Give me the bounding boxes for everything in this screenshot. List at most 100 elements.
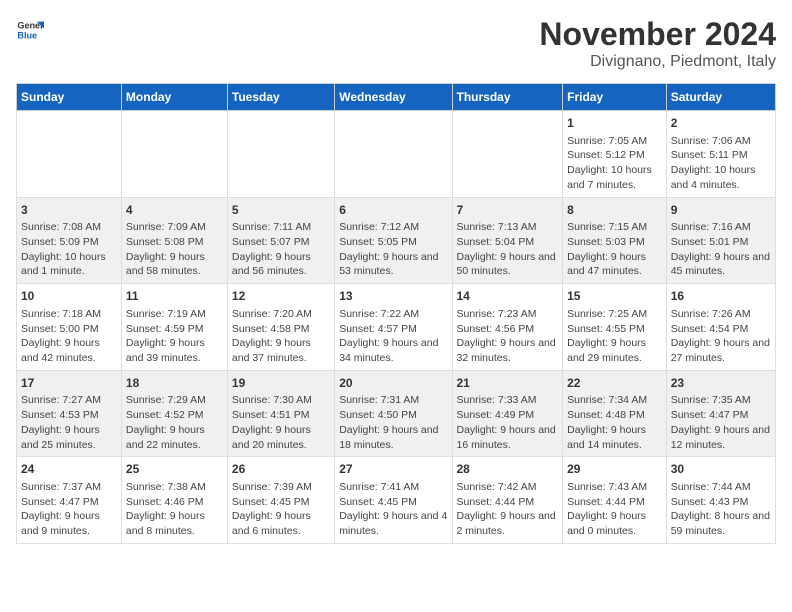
calendar-day-cell: 9Sunrise: 7:16 AM Sunset: 5:01 PM Daylig… xyxy=(666,197,775,284)
calendar-day-cell: 13Sunrise: 7:22 AM Sunset: 4:57 PM Dayli… xyxy=(335,284,452,371)
header-day-friday: Friday xyxy=(563,84,667,111)
day-info: Sunrise: 7:34 AM Sunset: 4:48 PM Dayligh… xyxy=(567,393,662,452)
day-info: Sunrise: 7:18 AM Sunset: 5:00 PM Dayligh… xyxy=(21,307,117,366)
title-area: November 2024 Divignano, Piedmont, Italy xyxy=(539,16,776,71)
svg-text:Blue: Blue xyxy=(17,30,37,40)
calendar-header-row: SundayMondayTuesdayWednesdayThursdayFrid… xyxy=(17,84,776,111)
day-number: 28 xyxy=(457,461,559,478)
day-info: Sunrise: 7:33 AM Sunset: 4:49 PM Dayligh… xyxy=(457,393,559,452)
calendar-day-cell: 19Sunrise: 7:30 AM Sunset: 4:51 PM Dayli… xyxy=(227,370,334,457)
calendar-day-cell: 21Sunrise: 7:33 AM Sunset: 4:49 PM Dayli… xyxy=(452,370,563,457)
day-info: Sunrise: 7:08 AM Sunset: 5:09 PM Dayligh… xyxy=(21,220,117,279)
day-number: 24 xyxy=(21,461,117,478)
day-info: Sunrise: 7:39 AM Sunset: 4:45 PM Dayligh… xyxy=(232,480,330,539)
day-number: 27 xyxy=(339,461,447,478)
day-number: 29 xyxy=(567,461,662,478)
calendar-day-cell: 6Sunrise: 7:12 AM Sunset: 5:05 PM Daylig… xyxy=(335,197,452,284)
calendar-week-row: 1 Sunrise: 7:05 AM Sunset: 5:12 PM Daylig… xyxy=(17,111,776,198)
day-number: 7 xyxy=(457,202,559,219)
header: General Blue November 2024 Divignano, Pi… xyxy=(16,16,776,71)
calendar-day-cell: 23Sunrise: 7:35 AM Sunset: 4:47 PM Dayli… xyxy=(666,370,775,457)
day-number: 22 xyxy=(567,375,662,392)
calendar-day-cell xyxy=(227,111,334,198)
calendar-day-cell: 5Sunrise: 7:11 AM Sunset: 5:07 PM Daylig… xyxy=(227,197,334,284)
day-info: Sunrise: 7:11 AM Sunset: 5:07 PM Dayligh… xyxy=(232,220,330,279)
day-info: Sunrise: 7:12 AM Sunset: 5:05 PM Dayligh… xyxy=(339,220,447,279)
calendar-day-cell: 20Sunrise: 7:31 AM Sunset: 4:50 PM Dayli… xyxy=(335,370,452,457)
day-number: 20 xyxy=(339,375,447,392)
day-info: Sunrise: 7:38 AM Sunset: 4:46 PM Dayligh… xyxy=(126,480,223,539)
day-info: Sunrise: 7:29 AM Sunset: 4:52 PM Dayligh… xyxy=(126,393,223,452)
calendar-week-row: 3Sunrise: 7:08 AM Sunset: 5:09 PM Daylig… xyxy=(17,197,776,284)
day-number: 3 xyxy=(21,202,117,219)
calendar-day-cell: 3Sunrise: 7:08 AM Sunset: 5:09 PM Daylig… xyxy=(17,197,122,284)
day-number: 19 xyxy=(232,375,330,392)
day-info: Sunrise: 7:09 AM Sunset: 5:08 PM Dayligh… xyxy=(126,220,223,279)
calendar-day-cell: 16 Sunrise: 7:26 AM Sunset: 4:54 PM Dayli… xyxy=(666,284,775,371)
day-info: Sunrise: 7:35 AM Sunset: 4:47 PM Dayligh… xyxy=(671,393,771,452)
logo: General Blue xyxy=(16,16,44,44)
calendar-day-cell: 7Sunrise: 7:13 AM Sunset: 5:04 PM Daylig… xyxy=(452,197,563,284)
day-info: Sunrise: 7:44 AM Sunset: 4:43 PM Dayligh… xyxy=(671,480,771,539)
calendar-day-cell: 2 Sunrise: 7:06 AM Sunset: 5:11 PM Daylig… xyxy=(666,111,775,198)
day-info: Sunrise: 7:19 AM Sunset: 4:59 PM Dayligh… xyxy=(126,307,223,366)
calendar-week-row: 10 Sunrise: 7:18 AM Sunset: 5:00 PM Dayli… xyxy=(17,284,776,371)
calendar-day-cell: 30 Sunrise: 7:44 AM Sunset: 4:43 PM Dayli… xyxy=(666,457,775,544)
day-number: 17 xyxy=(21,375,117,392)
calendar-day-cell: 27 Sunrise: 7:41 AM Sunset: 4:45 PM Dayli… xyxy=(335,457,452,544)
calendar-day-cell: 11Sunrise: 7:19 AM Sunset: 4:59 PM Dayli… xyxy=(121,284,227,371)
day-info: Sunrise: 7:23 AM Sunset: 4:56 PM Dayligh… xyxy=(457,307,559,366)
calendar-week-row: 24 Sunrise: 7:37 AM Sunset: 4:47 PM Dayli… xyxy=(17,457,776,544)
day-number: 2 xyxy=(671,115,771,132)
day-number: 1 xyxy=(567,115,662,132)
calendar-day-cell: 8Sunrise: 7:15 AM Sunset: 5:03 PM Daylig… xyxy=(563,197,667,284)
day-info: Sunrise: 7:06 AM Sunset: 5:11 PM Dayligh… xyxy=(671,134,771,193)
day-info: Sunrise: 7:20 AM Sunset: 4:58 PM Dayligh… xyxy=(232,307,330,366)
day-info: Sunrise: 7:41 AM Sunset: 4:45 PM Dayligh… xyxy=(339,480,447,539)
calendar-day-cell: 26 Sunrise: 7:39 AM Sunset: 4:45 PM Dayli… xyxy=(227,457,334,544)
calendar-day-cell: 29 Sunrise: 7:43 AM Sunset: 4:44 PM Dayli… xyxy=(563,457,667,544)
day-info: Sunrise: 7:15 AM Sunset: 5:03 PM Dayligh… xyxy=(567,220,662,279)
calendar-day-cell: 28 Sunrise: 7:42 AM Sunset: 4:44 PM Dayli… xyxy=(452,457,563,544)
header-day-wednesday: Wednesday xyxy=(335,84,452,111)
calendar-week-row: 17Sunrise: 7:27 AM Sunset: 4:53 PM Dayli… xyxy=(17,370,776,457)
day-number: 8 xyxy=(567,202,662,219)
day-info: Sunrise: 7:27 AM Sunset: 4:53 PM Dayligh… xyxy=(21,393,117,452)
day-number: 21 xyxy=(457,375,559,392)
day-info: Sunrise: 7:16 AM Sunset: 5:01 PM Dayligh… xyxy=(671,220,771,279)
day-number: 4 xyxy=(126,202,223,219)
day-info: Sunrise: 7:37 AM Sunset: 4:47 PM Dayligh… xyxy=(21,480,117,539)
day-number: 16 xyxy=(671,288,771,305)
calendar-day-cell: 15 Sunrise: 7:25 AM Sunset: 4:55 PM Dayli… xyxy=(563,284,667,371)
calendar-table: SundayMondayTuesdayWednesdayThursdayFrid… xyxy=(16,83,776,544)
calendar-day-cell: 25Sunrise: 7:38 AM Sunset: 4:46 PM Dayli… xyxy=(121,457,227,544)
day-number: 6 xyxy=(339,202,447,219)
day-info: Sunrise: 7:13 AM Sunset: 5:04 PM Dayligh… xyxy=(457,220,559,279)
header-day-monday: Monday xyxy=(121,84,227,111)
day-number: 15 xyxy=(567,288,662,305)
page-subtitle: Divignano, Piedmont, Italy xyxy=(539,53,776,71)
day-info: Sunrise: 7:43 AM Sunset: 4:44 PM Dayligh… xyxy=(567,480,662,539)
calendar-day-cell: 22Sunrise: 7:34 AM Sunset: 4:48 PM Dayli… xyxy=(563,370,667,457)
page-title: November 2024 xyxy=(539,16,776,53)
logo-icon: General Blue xyxy=(16,16,44,44)
calendar-day-cell: 1 Sunrise: 7:05 AM Sunset: 5:12 PM Daylig… xyxy=(563,111,667,198)
calendar-day-cell xyxy=(17,111,122,198)
day-info: Sunrise: 7:05 AM Sunset: 5:12 PM Dayligh… xyxy=(567,134,662,193)
day-number: 30 xyxy=(671,461,771,478)
calendar-day-cell: 4Sunrise: 7:09 AM Sunset: 5:08 PM Daylig… xyxy=(121,197,227,284)
day-info: Sunrise: 7:25 AM Sunset: 4:55 PM Dayligh… xyxy=(567,307,662,366)
day-number: 18 xyxy=(126,375,223,392)
day-number: 26 xyxy=(232,461,330,478)
header-day-tuesday: Tuesday xyxy=(227,84,334,111)
calendar-day-cell: 24 Sunrise: 7:37 AM Sunset: 4:47 PM Dayli… xyxy=(17,457,122,544)
header-day-thursday: Thursday xyxy=(452,84,563,111)
calendar-day-cell xyxy=(335,111,452,198)
day-info: Sunrise: 7:26 AM Sunset: 4:54 PM Dayligh… xyxy=(671,307,771,366)
day-number: 13 xyxy=(339,288,447,305)
day-number: 10 xyxy=(21,288,117,305)
header-day-sunday: Sunday xyxy=(17,84,122,111)
day-info: Sunrise: 7:42 AM Sunset: 4:44 PM Dayligh… xyxy=(457,480,559,539)
calendar-day-cell xyxy=(452,111,563,198)
calendar-day-cell: 18Sunrise: 7:29 AM Sunset: 4:52 PM Dayli… xyxy=(121,370,227,457)
